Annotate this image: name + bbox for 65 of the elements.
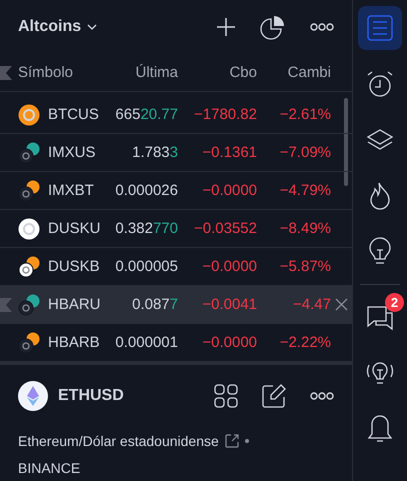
watchlist-row[interactable]: HBARU 0.0877 −0.0041 −4.47 bbox=[0, 286, 352, 324]
more-icon[interactable] bbox=[310, 392, 334, 400]
symbol-description: Ethereum/Dólar estadounidense bbox=[18, 433, 219, 449]
change-percent: −5.87% bbox=[278, 258, 331, 275]
scrollbar[interactable] bbox=[344, 98, 348, 186]
change-percent: −8.49% bbox=[278, 220, 331, 237]
symbol-text: DUSKU bbox=[48, 220, 100, 237]
coin-logo-icon bbox=[18, 218, 40, 240]
change-value: −0.0000 bbox=[201, 182, 257, 199]
more-icon[interactable] bbox=[310, 23, 334, 32]
plus-icon[interactable] bbox=[216, 17, 236, 38]
close-icon[interactable] bbox=[335, 298, 348, 311]
coin-logo-icon bbox=[18, 104, 40, 126]
watchlist-row[interactable]: BTCUS 66520.77 −1780.82 −2.61% bbox=[0, 96, 352, 134]
flag-icon bbox=[0, 66, 12, 80]
column-header[interactable]: Cambi bbox=[257, 64, 331, 82]
last-price: 66520.77 bbox=[114, 106, 178, 123]
symbol-text: IMXBT bbox=[48, 182, 95, 199]
notification-badge: 2 bbox=[385, 293, 404, 312]
edit-icon[interactable] bbox=[262, 384, 286, 408]
coin-logo-icon bbox=[18, 332, 40, 354]
change-percent: −4.79% bbox=[278, 182, 331, 199]
exchange-name: BINANCE bbox=[18, 459, 82, 478]
pie-chart-icon[interactable] bbox=[260, 14, 286, 40]
last-price: 0.0877 bbox=[131, 296, 178, 313]
coin-logo-icon bbox=[18, 142, 40, 164]
change-value: −0.0000 bbox=[201, 334, 257, 351]
change-value: −1780.82 bbox=[193, 106, 257, 123]
symbol-text: HBARU bbox=[48, 296, 100, 313]
watchlist-row[interactable]: DUSKU 0.382770 −0.03552 −8.49% bbox=[0, 210, 352, 248]
change-value: −0.0041 bbox=[201, 296, 257, 313]
change-value: −0.0000 bbox=[201, 258, 257, 275]
symbol-name: ETHUSD bbox=[58, 387, 124, 405]
last-price: 1.7833 bbox=[131, 144, 178, 161]
change-percent: −2.61% bbox=[278, 106, 331, 123]
flag-icon bbox=[0, 298, 12, 312]
change-percent: −4.47 bbox=[292, 296, 331, 313]
last-price: 0.000001 bbox=[114, 334, 178, 351]
symbol-text: HBARB bbox=[48, 334, 100, 351]
symbol-text: DUSKB bbox=[48, 258, 100, 275]
watchlist-row[interactable]: IMXBT 0.000026 −0.0000 −4.79% bbox=[0, 172, 352, 210]
coin-logo-icon bbox=[18, 180, 40, 202]
dot-icon bbox=[244, 439, 249, 443]
last-price: 0.382770 bbox=[114, 220, 178, 237]
watchlist-title[interactable]: Altcoins bbox=[18, 18, 98, 36]
last-price: 0.000005 bbox=[114, 258, 178, 275]
column-header[interactable]: Símbolo bbox=[18, 64, 100, 82]
column-header[interactable]: Última bbox=[100, 64, 178, 82]
coin-logo-icon bbox=[18, 256, 40, 278]
column-header[interactable]: Cbo bbox=[178, 64, 257, 82]
sidebar-button[interactable]: 2 bbox=[358, 295, 402, 339]
change-percent: −7.09% bbox=[278, 144, 331, 161]
grid-icon[interactable] bbox=[214, 384, 238, 408]
change-percent: −2.22% bbox=[278, 334, 331, 351]
change-value: −0.1361 bbox=[201, 144, 257, 161]
last-price: 0.000026 bbox=[114, 182, 178, 199]
external-link-icon[interactable] bbox=[224, 434, 239, 448]
chevron-down-icon bbox=[87, 24, 98, 30]
symbol-text: IMXUS bbox=[48, 144, 97, 161]
watchlist-row[interactable]: HBARB 0.000001 −0.0000 −2.22% bbox=[0, 324, 352, 365]
symbol-text: BTCUS bbox=[48, 106, 100, 123]
coin-logo-icon bbox=[18, 294, 40, 316]
watchlist-row[interactable]: IMXUS 1.7833 −0.1361 −7.09% bbox=[0, 134, 352, 172]
change-value: −0.03552 bbox=[193, 220, 257, 237]
ethereum-logo-icon bbox=[18, 381, 48, 411]
